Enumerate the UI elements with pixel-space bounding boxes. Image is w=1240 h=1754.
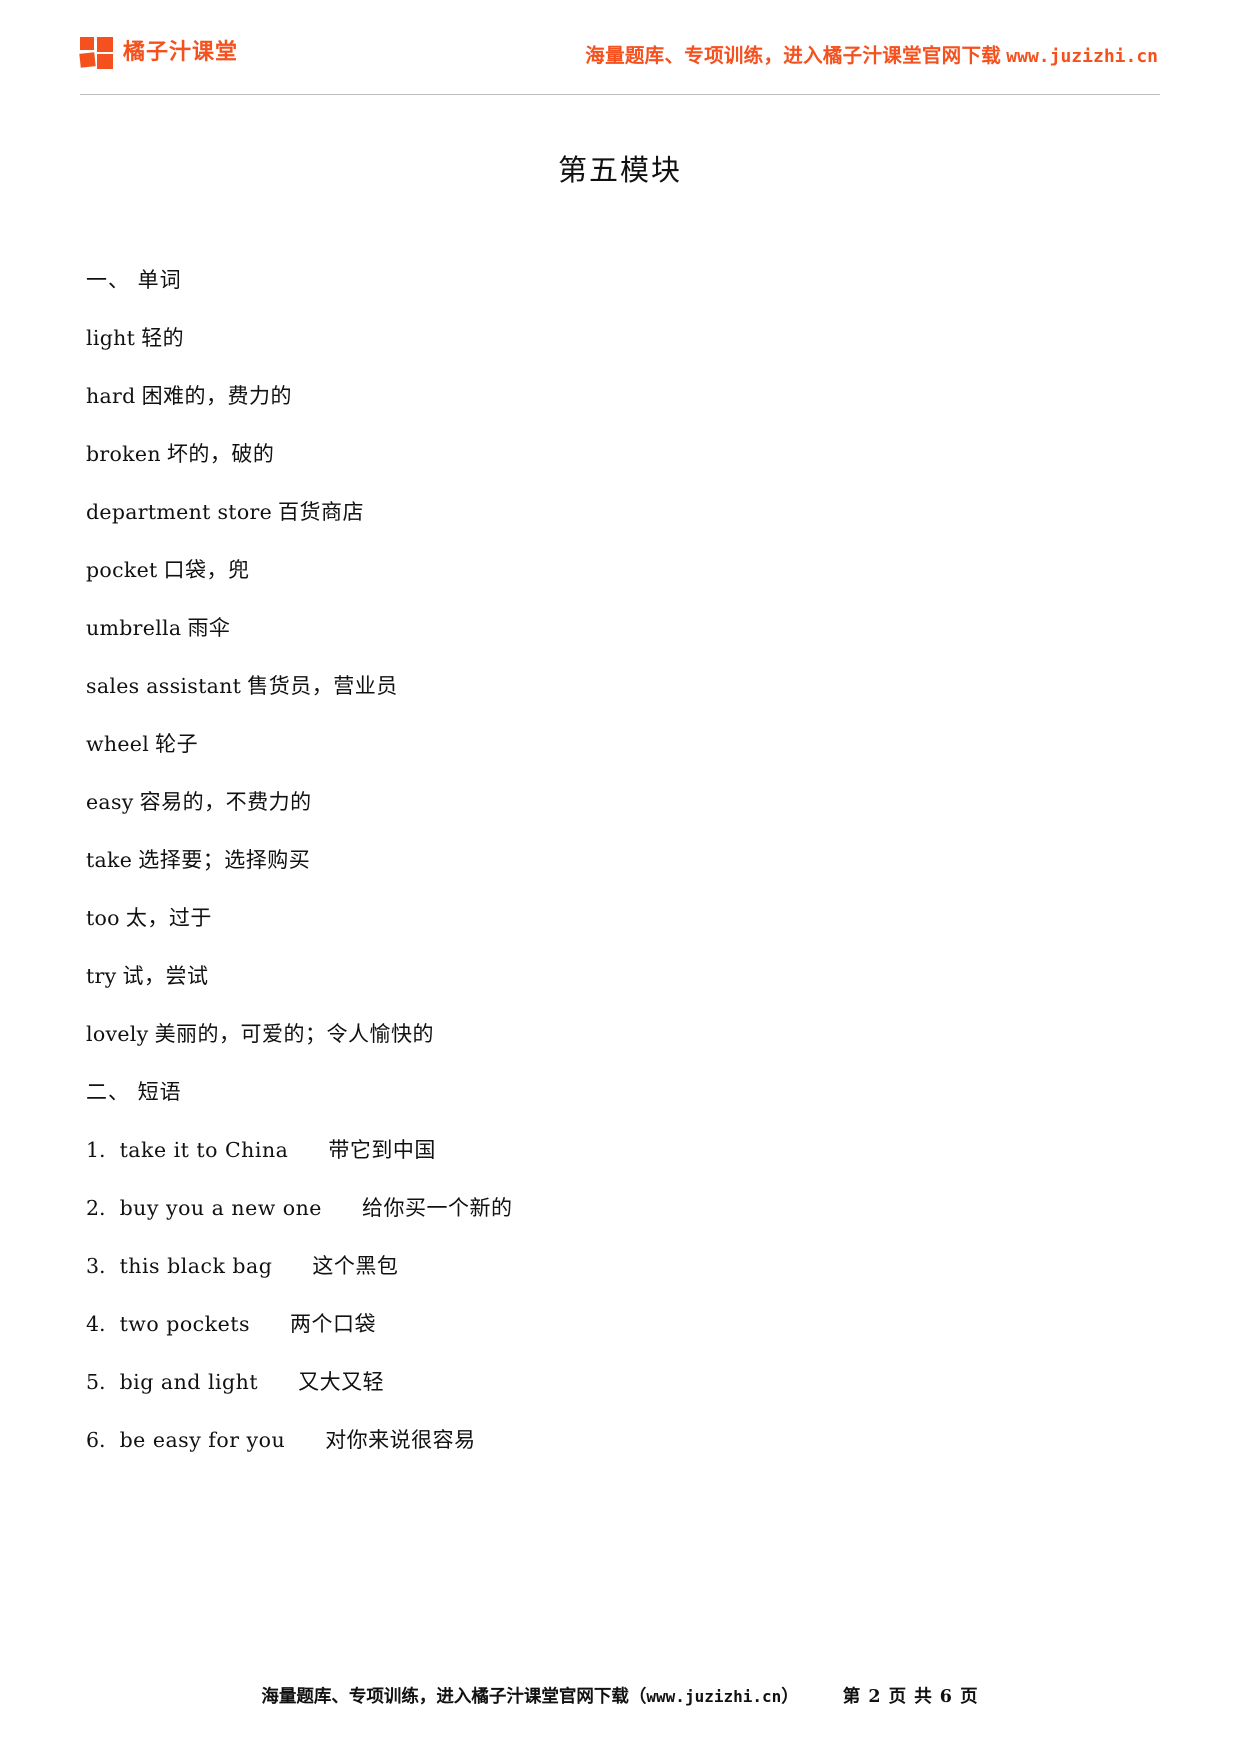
footer-promo: 海量题库、专项训练，进入橘子汁课堂官网下载（www.juzizhi.cn） (261, 1683, 798, 1708)
phrase-english: be easy for you (119, 1428, 286, 1452)
phrase-chinese: 给你买一个新的 (361, 1196, 513, 1220)
header-promo: 海量题库、专项训练，进入橘子汁课堂官网下载 www.juzizhi.cn (585, 39, 1160, 68)
phrase-number: 3. (86, 1254, 106, 1278)
section-heading-vocabulary: 一、 单词 (86, 268, 182, 292)
vocab-entry: wheel 轮子 (86, 715, 1160, 773)
vocab-entry: try 试，尝试 (86, 947, 1160, 1005)
vocab-word: sales assistant (86, 674, 242, 698)
phrase-english: this black bag (119, 1254, 273, 1278)
vocab-entry: hard 困难的，费力的 (86, 367, 1160, 425)
vocab-entry: pocket 口袋，兜 (86, 541, 1160, 599)
vocab-meaning: 选择要；选择购买 (138, 848, 311, 872)
vocab-meaning: 试，尝试 (122, 964, 209, 988)
phrase-number: 2. (86, 1196, 106, 1220)
phrase-english: buy you a new one (119, 1196, 322, 1220)
vocab-meaning: 售货员，营业员 (247, 674, 398, 698)
vocab-word: wheel (86, 732, 150, 756)
vocab-meaning: 轻的 (141, 326, 185, 350)
vocab-entry: department store 百货商店 (86, 483, 1160, 541)
phrase-number: 6. (86, 1428, 106, 1452)
phrase-chinese: 又大又轻 (298, 1370, 385, 1394)
header-divider (80, 94, 1160, 95)
phrase-english: big and light (119, 1370, 259, 1394)
phrase-number: 5. (86, 1370, 106, 1394)
vocab-entry: too 太，过于 (86, 889, 1160, 947)
phrase-number: 1. (86, 1138, 106, 1162)
site-header: 橘子汁课堂 海量题库、专项训练，进入橘子汁课堂官网下载 www.juzizhi.… (79, 0, 1160, 90)
phrase-item: 3. this black bag 这个黑包 (86, 1237, 1160, 1295)
site-footer: 海量题库、专项训练，进入橘子汁课堂官网下载（www.juzizhi.cn） 第 … (80, 1683, 1160, 1708)
vocab-meaning: 雨伞 (187, 616, 231, 640)
vocab-entry: light 轻的 (86, 309, 1160, 367)
phrase-item: 2. buy you a new one 给你买一个新的 (86, 1179, 1160, 1237)
vocab-meaning: 口袋，兜 (163, 558, 250, 582)
vocab-word: take (86, 848, 133, 872)
phrase-chinese: 这个黑包 (312, 1254, 399, 1278)
vocab-word: umbrella (86, 616, 182, 640)
header-promo-url[interactable]: www.juzizhi.cn (1006, 46, 1158, 67)
header-promo-text: 海量题库、专项训练，进入橘子汁课堂官网下载 (585, 45, 1002, 67)
vocab-word: easy (86, 790, 134, 814)
vocab-meaning: 美丽的，可爱的；令人愉快的 (154, 1022, 435, 1046)
vocab-entry: sales assistant 售货员，营业员 (86, 657, 1160, 715)
footer-promo-text-end: ） (781, 1687, 799, 1707)
vocab-meaning: 容易的，不费力的 (139, 790, 312, 814)
phrase-chinese: 带它到中国 (328, 1138, 436, 1162)
brand: 橘子汁课堂 (79, 37, 239, 69)
vocab-word: too (86, 906, 120, 930)
vocab-word: try (86, 964, 117, 988)
document-content: 一、 单词 light 轻的 hard 困难的，费力的 broken 坏的，破的 de… (80, 251, 1160, 1469)
phrase-english: two pockets (119, 1312, 250, 1336)
footer-promo-url[interactable]: www.juzizhi.cn (646, 1687, 781, 1706)
vocab-entry: easy 容易的，不费力的 (86, 773, 1160, 831)
vocab-entry: broken 坏的，破的 (86, 425, 1160, 483)
page-number: 第 2 页 共 6 页 (842, 1687, 979, 1707)
phrase-item: 1. take it to China 带它到中国 (86, 1121, 1160, 1179)
phrase-item: 4. two pockets 两个口袋 (86, 1295, 1160, 1353)
phrase-item: 5. big and light 又大又轻 (86, 1353, 1160, 1411)
page-title: 第五模块 (557, 153, 682, 187)
four-square-grid-logo-icon (79, 37, 114, 69)
brand-name: 橘子汁课堂 (123, 40, 239, 65)
vocab-entry: lovely 美丽的，可爱的；令人愉快的 (86, 1005, 1160, 1063)
vocab-word: light (86, 326, 136, 350)
phrase-number: 4. (86, 1312, 106, 1336)
vocab-word: pocket (86, 558, 158, 582)
phrase-item: 6. be easy for you 对你来说很容易 (86, 1411, 1160, 1469)
footer-promo-text: 海量题库、专项训练，进入橘子汁课堂官网下载（ (261, 1687, 647, 1707)
phrase-english: take it to China (119, 1138, 289, 1162)
section-heading-phrases: 二、 短语 (86, 1080, 182, 1104)
vocab-meaning: 太，过于 (125, 906, 212, 930)
vocab-meaning: 轮子 (155, 732, 199, 756)
vocab-word: hard (86, 384, 136, 408)
vocab-meaning: 百货商店 (278, 500, 364, 524)
phrase-chinese: 对你来说很容易 (325, 1428, 476, 1452)
vocab-word: lovely (86, 1022, 149, 1046)
document-page: 橘子汁课堂 海量题库、专项训练，进入橘子汁课堂官网下载 www.juzizhi.… (0, 0, 1240, 1754)
vocab-word: department store (86, 500, 272, 524)
vocab-meaning: 困难的，费力的 (141, 384, 293, 408)
phrase-chinese: 两个口袋 (289, 1312, 376, 1336)
vocab-entry: take 选择要；选择购买 (86, 831, 1160, 889)
vocab-entry: umbrella 雨伞 (86, 599, 1160, 657)
vocab-meaning: 坏的，破的 (166, 442, 275, 466)
vocab-word: broken (86, 442, 161, 466)
